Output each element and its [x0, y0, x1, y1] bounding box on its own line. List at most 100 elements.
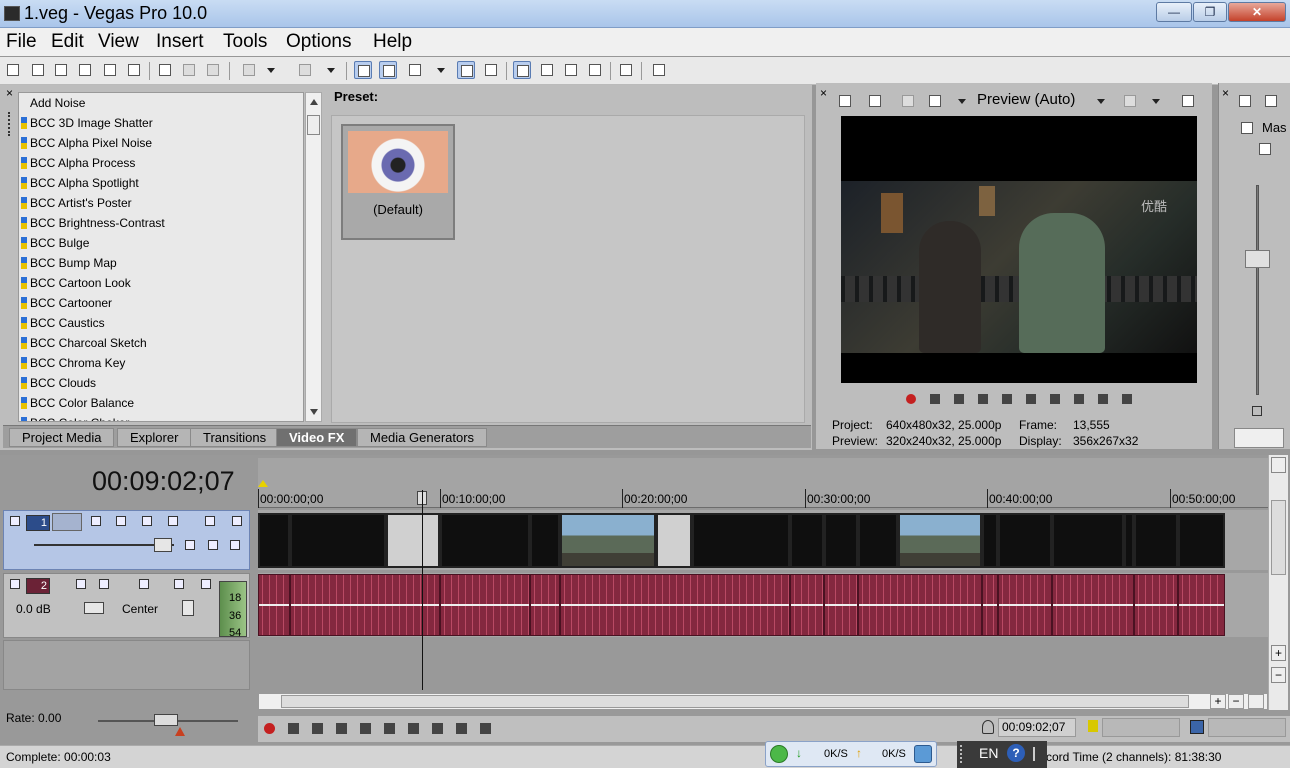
cursor-time-field[interactable]: 00:09:02;07: [998, 718, 1076, 737]
langbar-grip[interactable]: [960, 745, 970, 763]
composite-mode-icon[interactable]: [89, 514, 103, 528]
video-clip[interactable]: [858, 513, 898, 568]
video-clip[interactable]: [824, 513, 858, 568]
list-item[interactable]: BCC Bump Map: [19, 253, 299, 273]
envelope-tool-icon[interactable]: [538, 61, 556, 79]
time-ruler[interactable]: 00:00:00;00 00:10:00;00 00:20:00;00 00:3…: [258, 458, 1268, 508]
video-clip[interactable]: [656, 513, 692, 568]
audio-clip[interactable]: [440, 574, 530, 636]
accelerator-icon[interactable]: [770, 745, 788, 763]
video-clip[interactable]: [998, 513, 1052, 568]
next-frame-icon[interactable]: [1120, 392, 1134, 406]
menu-tools[interactable]: Tools: [223, 31, 267, 53]
preset-default-card[interactable]: (Default): [341, 124, 455, 240]
list-item[interactable]: BCC Charcoal Sketch: [19, 333, 299, 353]
list-item[interactable]: BCC Alpha Spotlight: [19, 173, 299, 193]
list-item[interactable]: BCC Chroma Key: [19, 353, 299, 373]
play-icon[interactable]: [334, 721, 349, 736]
maximize-button[interactable]: ❐: [1193, 2, 1227, 22]
app-icon[interactable]: [4, 6, 20, 21]
video-fx-list[interactable]: Add Noise BCC 3D Image Shatter BCC Alpha…: [18, 92, 304, 422]
track-collapse-icon[interactable]: [8, 514, 22, 528]
fx-list-scrollbar[interactable]: [305, 92, 322, 422]
go-to-start-icon[interactable]: [406, 721, 421, 736]
panel-grip[interactable]: [8, 112, 11, 136]
list-item[interactable]: BCC Color Balance: [19, 393, 299, 413]
marker-toggle-icon[interactable]: [1271, 457, 1286, 473]
list-item[interactable]: Add Noise: [19, 93, 299, 113]
previous-frame-icon[interactable]: [1096, 392, 1110, 406]
tab-project-media[interactable]: Project Media: [9, 428, 115, 447]
audio-clip[interactable]: [1134, 574, 1178, 636]
selection-start-field[interactable]: [1102, 718, 1180, 737]
audio-clip[interactable]: [998, 574, 1052, 636]
properties-icon[interactable]: [125, 61, 143, 79]
preview-quality-select[interactable]: Preview (Auto): [977, 91, 1075, 108]
track-name-field[interactable]: [52, 513, 82, 531]
list-item[interactable]: BCC Color Choker: [19, 413, 299, 421]
tab-media-generators[interactable]: Media Generators: [357, 428, 488, 447]
preview-quality-dropdown-icon[interactable]: [1092, 92, 1110, 110]
undo-icon[interactable]: [240, 61, 258, 79]
go-to-start-icon[interactable]: [1048, 392, 1062, 406]
loop-playback-icon[interactable]: [286, 721, 301, 736]
list-item[interactable]: BCC Cartooner: [19, 293, 299, 313]
enable-snapping-icon[interactable]: [354, 61, 372, 79]
video-clip[interactable]: [692, 513, 790, 568]
zoom-in-time-button[interactable]: +: [1210, 694, 1226, 709]
menu-view[interactable]: View: [98, 31, 139, 53]
menu-help[interactable]: Help: [373, 31, 412, 53]
move-down-icon[interactable]: [228, 538, 242, 552]
lock-envelopes-icon[interactable]: [457, 61, 475, 79]
video-track-header[interactable]: 1: [3, 510, 250, 570]
play-from-start-icon[interactable]: [952, 392, 966, 406]
invert-phase-icon[interactable]: [74, 577, 88, 591]
zoom-out-track-button[interactable]: −: [1271, 667, 1286, 683]
scroll-down-icon[interactable]: [310, 409, 318, 415]
audio-track-header[interactable]: 2 0.0 dB Center 18 36 54: [3, 573, 250, 639]
ripple-dropdown-icon[interactable]: [432, 61, 450, 79]
scroll-thumb[interactable]: [1271, 500, 1286, 575]
arm-record-icon[interactable]: [97, 577, 111, 591]
video-clip[interactable]: [898, 513, 982, 568]
list-item[interactable]: BCC 3D Image Shatter: [19, 113, 299, 133]
zoom-in-track-button[interactable]: +: [1271, 645, 1286, 661]
pan-slider[interactable]: [182, 600, 194, 616]
timeline-timecode[interactable]: 00:09:02;07: [92, 466, 235, 497]
go-to-end-icon[interactable]: [1072, 392, 1086, 406]
timeline-vertical-scrollbar[interactable]: + −: [1268, 455, 1288, 710]
rate-slider[interactable]: [154, 714, 178, 726]
solo-icon[interactable]: [199, 577, 213, 591]
copy-snapshot-icon[interactable]: [1179, 92, 1197, 110]
panel-close-icon[interactable]: ×: [6, 86, 13, 100]
grid-icon[interactable]: [1121, 92, 1139, 110]
record-button[interactable]: [262, 721, 277, 736]
overlays-icon[interactable]: [926, 92, 944, 110]
close-button[interactable]: ✕: [1228, 2, 1286, 22]
list-item[interactable]: BCC Alpha Process: [19, 153, 299, 173]
list-item[interactable]: BCC Bulge: [19, 233, 299, 253]
track-fx-icon[interactable]: [137, 577, 151, 591]
audio-clip[interactable]: [530, 574, 560, 636]
video-clip[interactable]: [1178, 513, 1225, 568]
undo-dropdown-icon[interactable]: [262, 61, 280, 79]
copy-icon[interactable]: [180, 61, 198, 79]
langbar-options-icon[interactable]: [1033, 747, 1041, 761]
bypass-motion-blur-icon[interactable]: [183, 538, 197, 552]
browser-icon[interactable]: [914, 745, 932, 763]
zoom-out-time-button[interactable]: −: [1228, 694, 1244, 709]
new-file-icon[interactable]: [4, 61, 22, 79]
list-item[interactable]: BCC Caustics: [19, 313, 299, 333]
scroll-thumb[interactable]: [281, 695, 1189, 708]
track-motion-icon[interactable]: [140, 514, 154, 528]
make-compositing-child-icon[interactable]: [114, 514, 128, 528]
video-clip[interactable]: [386, 513, 440, 568]
preview-close-icon[interactable]: ×: [820, 86, 827, 100]
wrench-icon[interactable]: [617, 61, 635, 79]
audio-clip[interactable]: [790, 574, 824, 636]
downmix-icon[interactable]: [1262, 92, 1280, 110]
pause-icon[interactable]: [1000, 392, 1014, 406]
master-fx-icon[interactable]: [1256, 140, 1274, 158]
split-screen-icon[interactable]: [899, 92, 917, 110]
help-pointer-icon[interactable]: [650, 61, 668, 79]
